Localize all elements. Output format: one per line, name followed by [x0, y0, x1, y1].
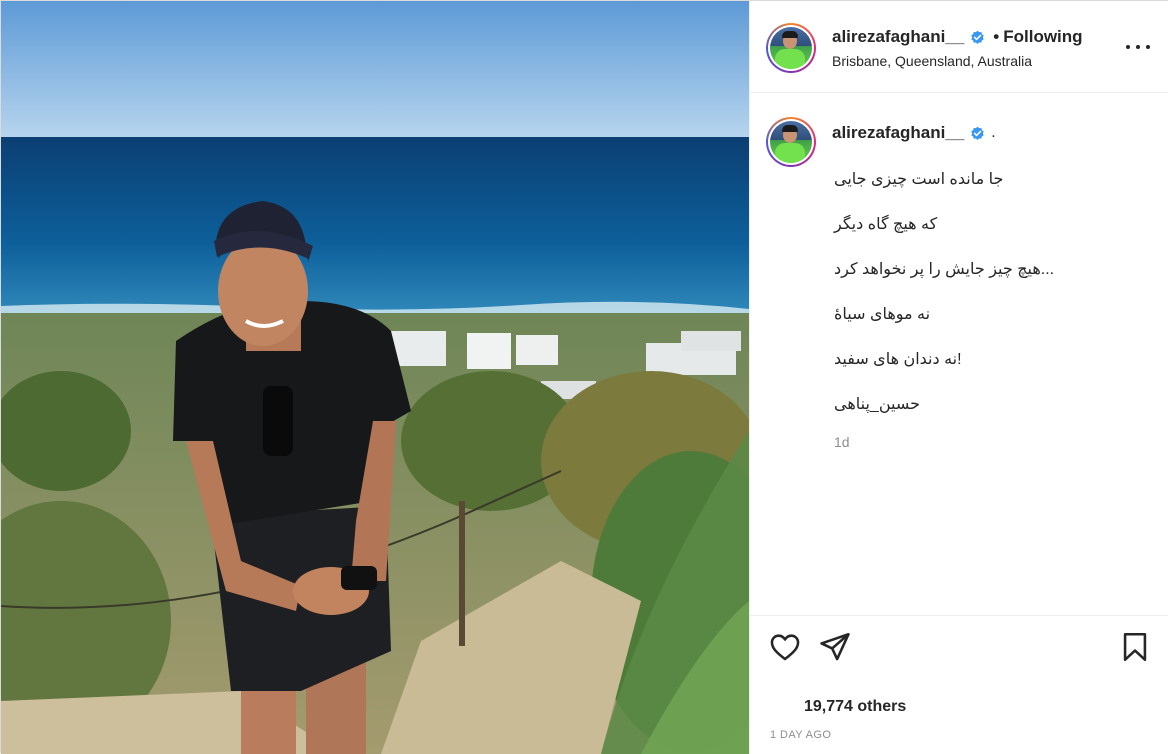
caption-avatar[interactable]	[766, 117, 816, 167]
post-location-link[interactable]: Brisbane, Queensland, Australia	[832, 53, 1032, 69]
post-side-panel: alirezafaghani__ • Following Brisbane, Q…	[749, 1, 1168, 754]
caption-line: !نه دندان های سفید	[834, 351, 962, 368]
caption-line: که هیچ گاه دیگر	[834, 216, 938, 233]
post-header: alirezafaghani__ • Following Brisbane, Q…	[750, 1, 1168, 93]
caption-timestamp: 1d	[834, 434, 850, 450]
more-options-icon[interactable]	[1126, 37, 1150, 57]
header-separator: •	[993, 27, 1000, 46]
photo-scene	[1, 1, 749, 754]
header-username-row: alirezafaghani__ • Following	[832, 27, 1083, 47]
caption-username-row: alirezafaghani__ .	[832, 123, 996, 143]
caption-username-link[interactable]: alirezafaghani__	[832, 123, 964, 143]
post-actions: 19,774 others 1 DAY AGO	[750, 615, 1168, 754]
bookmark-icon[interactable]	[1118, 630, 1152, 664]
verified-badge-icon	[971, 126, 984, 140]
paper-plane-icon[interactable]	[818, 630, 852, 664]
caption-hashtag[interactable]: حسین_پناهی	[834, 394, 920, 414]
post-timestamp[interactable]: 1 DAY AGO	[770, 729, 831, 741]
caption-suffix: .	[991, 124, 996, 141]
verified-badge-icon	[971, 30, 984, 44]
heart-icon[interactable]	[768, 630, 802, 664]
caption-area: alirezafaghani__ . جا مانده است چیزی جای…	[750, 93, 1168, 615]
author-avatar[interactable]	[766, 23, 816, 73]
caption-line: نه موهای سیاهٔ	[834, 306, 931, 323]
post-photo[interactable]	[1, 1, 749, 754]
likes-count[interactable]: 19,774 others	[804, 698, 906, 716]
caption-line: ...هیچ چیز جایش را پر نخواهد کرد	[834, 261, 1055, 278]
following-button[interactable]: Following	[1003, 27, 1082, 47]
caption-line: جا مانده است چیزی جایی	[834, 171, 1004, 188]
instagram-post: alirezafaghani__ • Following Brisbane, Q…	[0, 0, 1168, 754]
author-username-link[interactable]: alirezafaghani__	[832, 27, 964, 47]
